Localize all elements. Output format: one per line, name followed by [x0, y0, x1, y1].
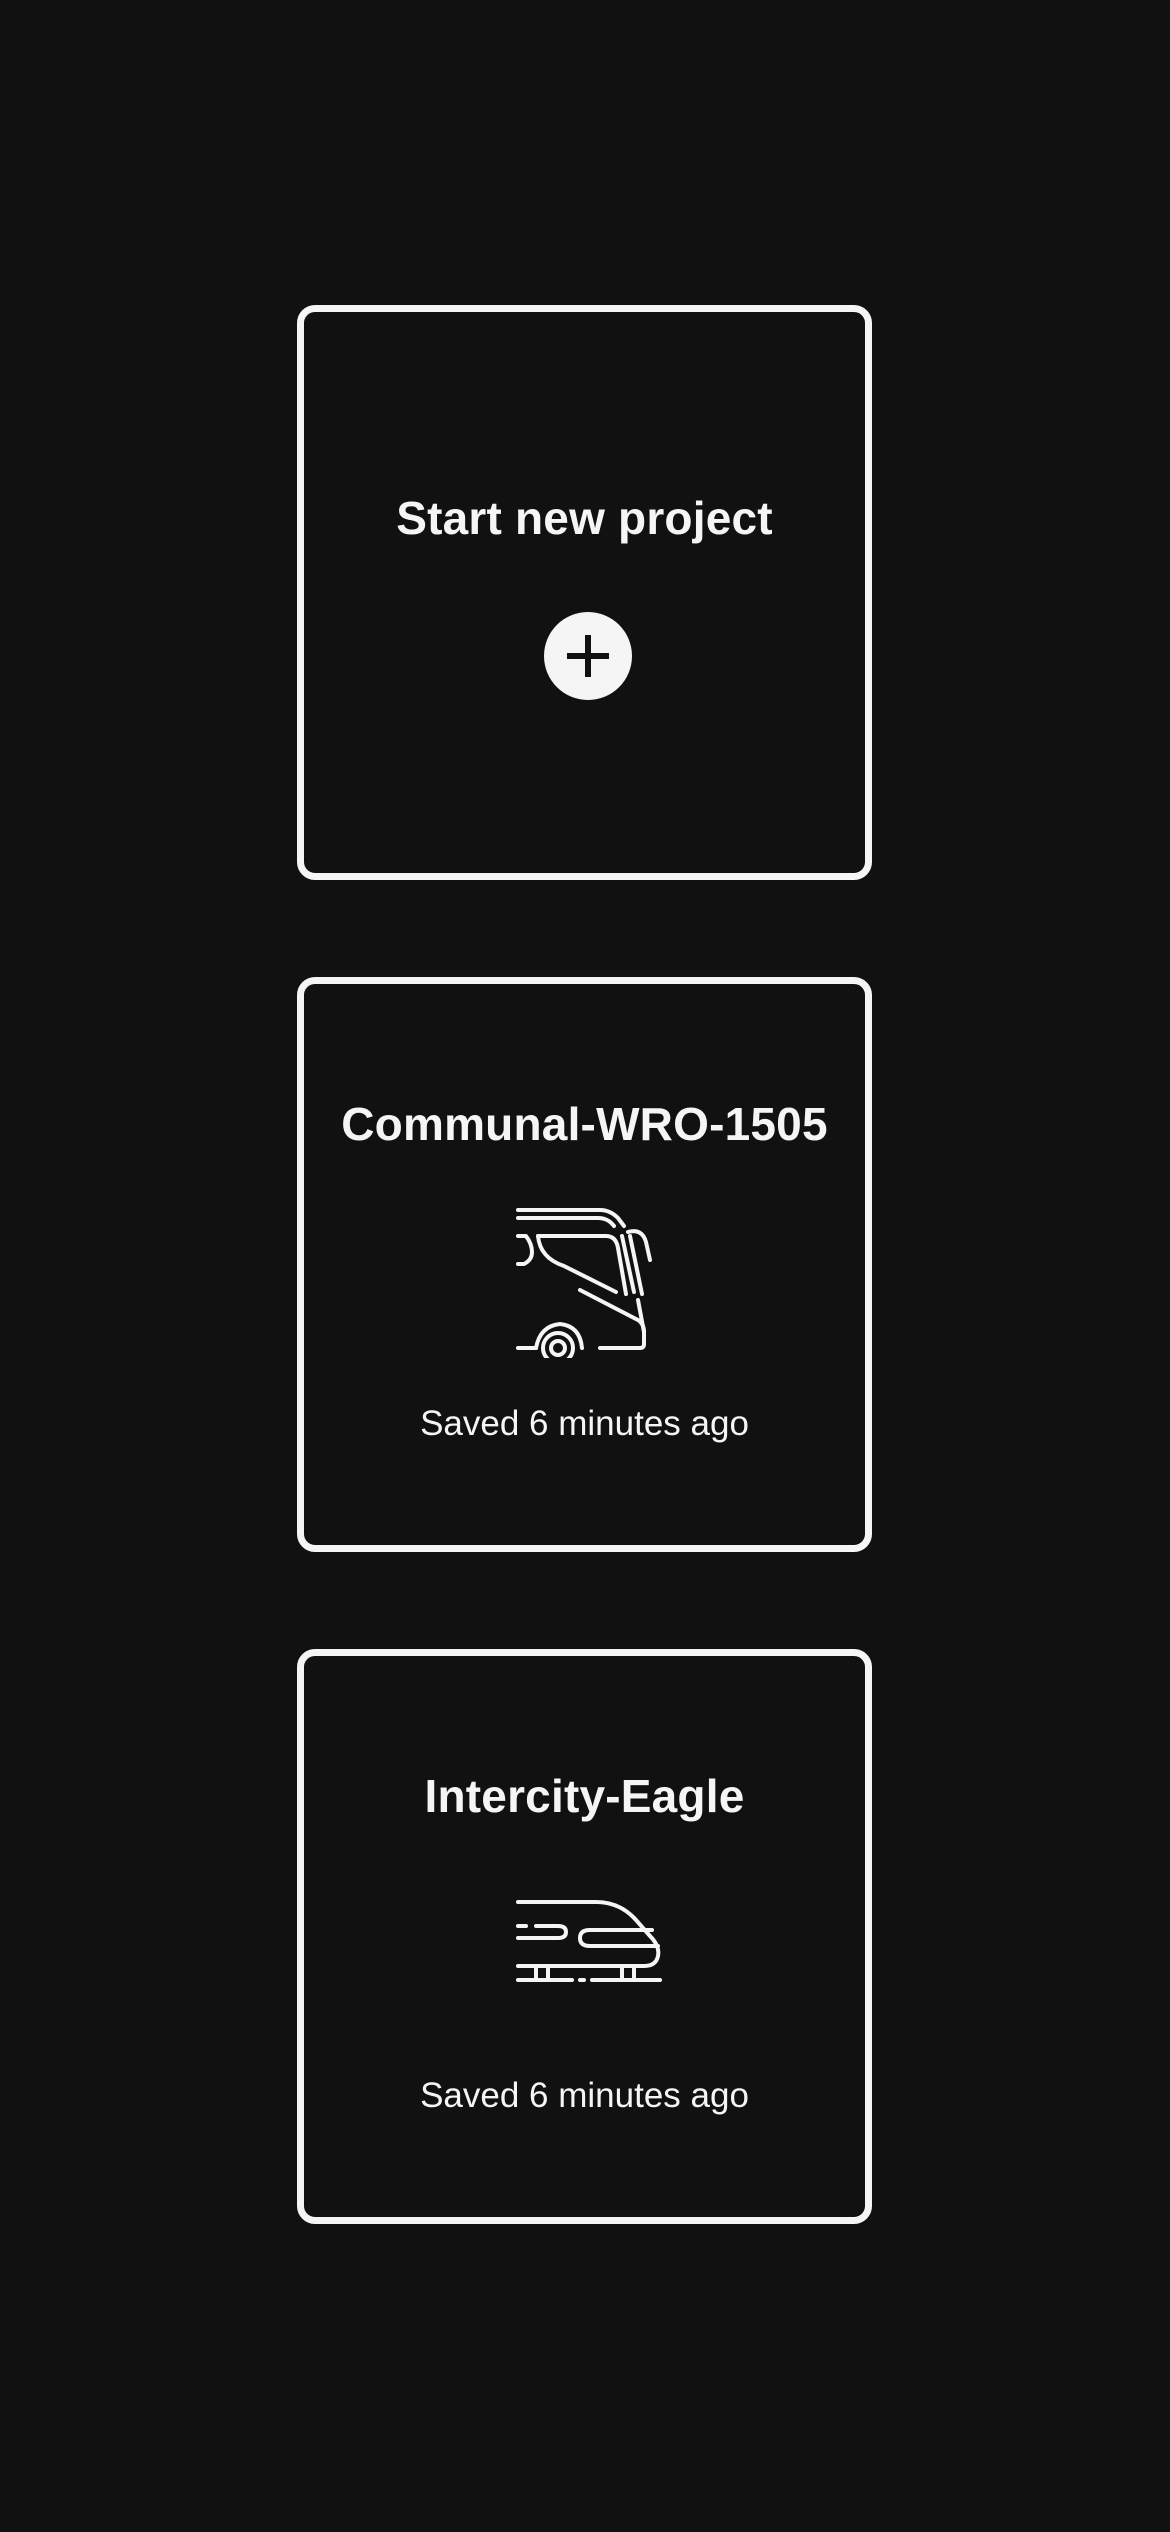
project-saved-status: Saved 6 minutes ago	[420, 2076, 749, 2115]
bus-icon	[516, 1208, 652, 1358]
start-new-project-card[interactable]: Start new project	[297, 305, 872, 880]
project-card[interactable]: Intercity-Eagle Saved 6 minutes ago	[297, 1649, 872, 2224]
start-new-project-title: Start new project	[396, 492, 773, 544]
project-name: Communal-WRO-1505	[341, 1098, 828, 1150]
project-saved-status: Saved 6 minutes ago	[420, 1404, 749, 1443]
project-name: Intercity-Eagle	[424, 1770, 745, 1822]
project-card[interactable]: Communal-WRO-1505 Saved 6 minutes ago	[297, 977, 872, 1552]
high-speed-train-icon	[516, 1900, 662, 1982]
plus-circle-icon[interactable]	[544, 612, 632, 700]
